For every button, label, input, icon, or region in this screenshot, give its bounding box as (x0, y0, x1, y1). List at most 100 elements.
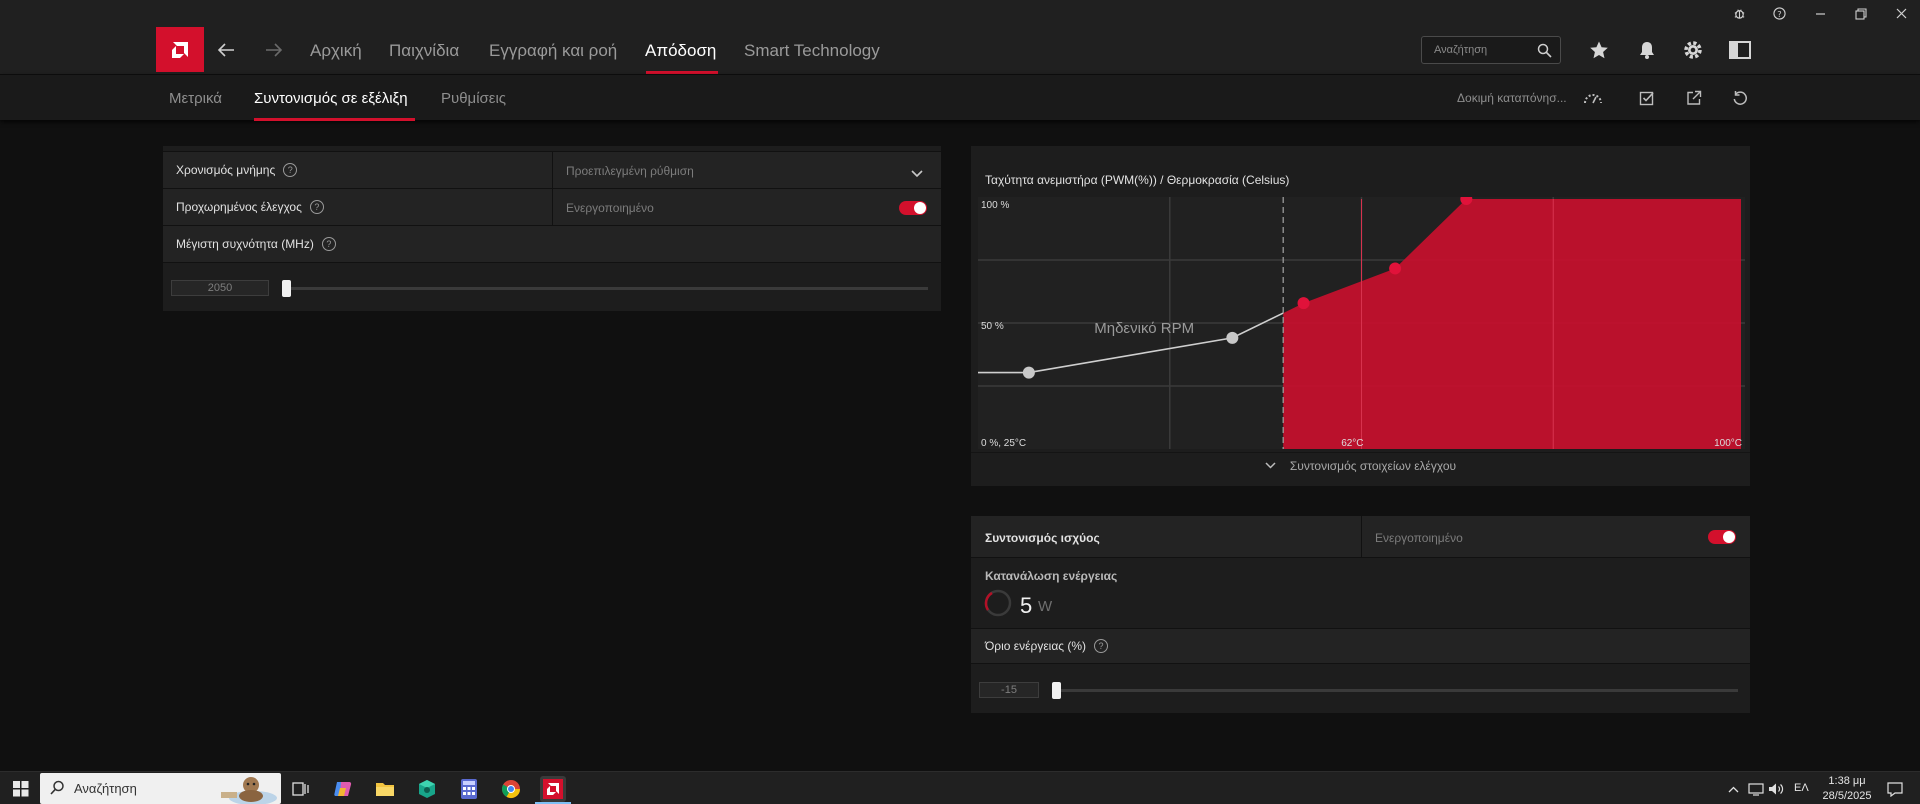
nav-home[interactable]: Αρχική (310, 41, 362, 61)
max-frequency-label: Μέγιστη συχνότητα (MHz) (176, 237, 314, 251)
close-icon[interactable] (1881, 0, 1920, 27)
windows-taskbar: Αναζήτηση ΕΛ 1:38 μμ 28/5/2025 (0, 771, 1920, 804)
bug-icon[interactable] (1719, 0, 1759, 27)
power-tuning-toggle[interactable] (1708, 530, 1736, 544)
expand-controls-button[interactable]: Συντονισμός στοιχείων ελέγχου (971, 459, 1750, 473)
gpu-tuning-panel: Χρονισμός μνήμης? Προεπιλεγμένη ρύθμιση … (163, 146, 941, 311)
power-consumption-label: Κατανάλωση ενέργειας (985, 569, 1118, 583)
export-icon[interactable] (1683, 87, 1705, 109)
advanced-control-label: Προχωρημένος έλεγχος (176, 200, 302, 214)
app-cube-icon[interactable] (414, 776, 440, 802)
power-tuning-status: Ενεργοποιημένο (1375, 531, 1463, 545)
star-icon[interactable] (1586, 37, 1612, 63)
nav-performance[interactable]: Απόδοση (645, 41, 716, 61)
copilot-icon[interactable] (330, 776, 356, 802)
advanced-control-status: Ενεργοποιημένο (566, 201, 654, 215)
fan-curve-point[interactable] (1389, 262, 1402, 275)
help-icon[interactable]: ? (1759, 0, 1799, 27)
stress-test-gauge-icon[interactable] (1582, 87, 1604, 109)
chevron-down-icon[interactable] (911, 165, 923, 183)
nav-smart-technology[interactable]: Smart Technology (744, 41, 880, 61)
advanced-control-toggle[interactable] (899, 201, 927, 215)
power-tuning-title: Συντονισμός ισχύος (985, 531, 1100, 545)
window-titlebar: ? (0, 0, 1920, 27)
help-icon[interactable]: ? (1094, 638, 1109, 653)
fan-curve-chart[interactable]: 100 % 50 % 0 %, 25°C 62°C 100°C Μηδενικό RPM (978, 197, 1745, 449)
chevron-down-icon (1265, 458, 1276, 472)
max-frequency-input[interactable]: 2050 (171, 280, 269, 296)
clock-time[interactable]: 1:38 μμ (1822, 775, 1872, 787)
taskbar-search-placeholder: Αναζήτηση (74, 781, 137, 796)
input-language[interactable]: ΕΛ (1794, 782, 1809, 794)
restore-icon[interactable] (1841, 0, 1881, 27)
memory-timing-row: Χρονισμός μνήμης? Προεπιλεγμένη ρύθμιση (163, 152, 941, 189)
power-limit-slider-track[interactable] (1052, 689, 1738, 692)
help-icon[interactable]: ? (309, 199, 324, 214)
task-view-icon[interactable] (288, 776, 314, 802)
apply-changes-icon[interactable] (1636, 87, 1658, 109)
power-limit-input[interactable]: -15 (979, 682, 1039, 698)
power-limit-row: Όριο ενέργειας (%)? (971, 628, 1750, 664)
search-icon[interactable] (1537, 43, 1552, 63)
search-box[interactable]: Αναζήτηση (1421, 36, 1561, 64)
back-arrow-icon[interactable] (213, 37, 239, 63)
file-explorer-icon[interactable] (372, 776, 398, 802)
svg-text:?: ? (1777, 9, 1781, 19)
search-highlight-illustration (221, 777, 277, 804)
x-tick-label-mid: 62°C (1341, 438, 1363, 449)
fan-curve-point[interactable] (1022, 366, 1035, 379)
power-consumption-value: 5 (1020, 593, 1033, 618)
windows-start-icon[interactable] (8, 776, 34, 802)
power-consumption-unit: W (1038, 598, 1053, 615)
forward-arrow-icon[interactable] (261, 37, 287, 63)
sidebar-layout-icon[interactable] (1727, 37, 1753, 63)
tab-metrics[interactable]: Μετρικά (169, 90, 222, 107)
power-gauge-icon (984, 589, 1012, 617)
main-navbar: Αρχική Παιχνίδια Εγγραφή και ροή Απόδοση… (0, 27, 1920, 74)
gear-icon[interactable] (1680, 37, 1706, 63)
y-tick-label-min: 0 %, 25°C (981, 438, 1026, 449)
tab-active-underline (254, 118, 415, 121)
nav-games[interactable]: Παιχνίδια (389, 41, 459, 61)
fan-curve-panel: Ταχύτητα ανεμιστήρα (PWM(%)) / Θερμοκρασ… (971, 146, 1750, 486)
clock-date[interactable]: 28/5/2025 (1815, 790, 1879, 802)
notifications-icon[interactable] (1882, 776, 1908, 802)
calculator-icon[interactable] (456, 776, 482, 802)
power-limit-slider-thumb[interactable] (1052, 682, 1061, 699)
x-tick-label-max: 100°C (1714, 438, 1742, 449)
max-frequency-slider-track[interactable] (282, 287, 928, 290)
amd-software-taskbar-icon[interactable] (540, 776, 566, 802)
reset-icon[interactable] (1729, 87, 1751, 109)
power-tuning-row: Συντονισμός ισχύος Ενεργοποιημένο (971, 516, 1750, 558)
max-frequency-row: Μέγιστη συχνότητα (MHz)? (163, 226, 941, 263)
tab-tuning[interactable]: Συντονισμός σε εξέλιξη (254, 90, 408, 107)
power-limit-label: Όριο ενέργειας (%) (985, 639, 1087, 653)
stress-test-label[interactable]: Δοκιμή καταπόνησ... (1457, 91, 1567, 105)
fan-curve-point[interactable] (1226, 331, 1239, 344)
advanced-control-row: Προχωρημένος έλεγχος? Ενεργοποιημένο (163, 189, 941, 226)
help-icon[interactable]: ? (321, 236, 336, 251)
chevron-up-icon[interactable] (1725, 776, 1741, 802)
amd-logo[interactable] (156, 27, 204, 72)
search-icon (50, 780, 65, 800)
sub-navbar: Μετρικά Συντονισμός σε εξέλιξη Ρυθμίσεις… (0, 74, 1920, 121)
fan-curve-title: Ταχύτητα ανεμιστήρα (PWM(%)) / Θερμοκρασ… (985, 173, 1290, 187)
expand-controls-label: Συντονισμός στοιχείων ελέγχου (1289, 459, 1457, 473)
taskbar-search-box[interactable]: Αναζήτηση (40, 773, 281, 804)
volume-icon[interactable] (1766, 776, 1786, 802)
power-tuning-panel: Συντονισμός ισχύος Ενεργοποιημένο Κατανά… (971, 516, 1750, 713)
memory-timing-label: Χρονισμός μνήμης (176, 163, 276, 177)
minimize-icon[interactable] (1800, 0, 1840, 27)
bell-icon[interactable] (1634, 37, 1660, 63)
fan-curve-point[interactable] (1297, 297, 1310, 310)
help-icon[interactable]: ? (283, 162, 298, 177)
tab-settings[interactable]: Ρυθμίσεις (441, 90, 506, 107)
chrome-icon[interactable] (498, 776, 524, 802)
network-icon[interactable] (1746, 776, 1766, 802)
y-tick-label-max: 100 % (981, 200, 1009, 211)
y-tick-label-mid: 50 % (981, 321, 1004, 332)
search-placeholder: Αναζήτηση (1434, 44, 1488, 56)
memory-timing-dropdown-value[interactable]: Προεπιλεγμένη ρύθμιση (566, 164, 694, 178)
max-frequency-slider-thumb[interactable] (282, 280, 291, 297)
nav-record-stream[interactable]: Εγγραφή και ροή (489, 41, 617, 61)
